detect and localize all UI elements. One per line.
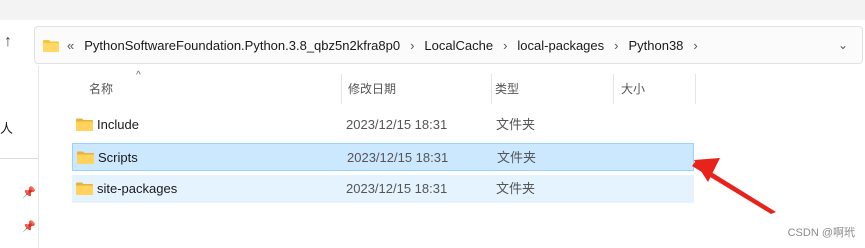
breadcrumb-separator-icon[interactable]: ›: [503, 38, 507, 53]
file-type: 文件夹: [496, 181, 536, 196]
breadcrumb-item-local-packages[interactable]: local-packages: [517, 38, 604, 53]
breadcrumb-item-localcache[interactable]: LocalCache: [424, 38, 493, 53]
file-row-include[interactable]: Include 2023/12/15 18:31 文件夹: [72, 111, 694, 139]
column-header-size[interactable]: 大小: [607, 74, 687, 104]
breadcrumb-separator-icon[interactable]: ›: [693, 38, 697, 53]
column-headers: 名称 修改日期 类型 大小: [75, 74, 696, 104]
file-modified-date: 2023/12/15 18:31: [347, 150, 449, 165]
folder-icon: [76, 118, 93, 131]
file-row-scripts[interactable]: Scripts 2023/12/15 18:31 文件夹: [72, 143, 694, 171]
pin-icon[interactable]: 📌: [22, 220, 36, 233]
up-arrow-icon[interactable]: ↑: [4, 33, 12, 51]
sidebar-divider: [0, 158, 38, 159]
breadcrumb-item-python-foundation[interactable]: PythonSoftwareFoundation.Python.3.8_qbz5…: [84, 38, 400, 53]
file-row-site-packages[interactable]: site-packages 2023/12/15 18:31 文件夹: [72, 175, 694, 203]
folder-icon: [77, 151, 94, 164]
address-bar[interactable]: « PythonSoftwareFoundation.Python.3.8_qb…: [34, 26, 863, 64]
column-divider[interactable]: [695, 74, 696, 104]
file-modified-date: 2023/12/15 18:31: [346, 181, 448, 196]
column-header-date[interactable]: 修改日期: [334, 74, 484, 104]
file-name: site-packages: [97, 181, 178, 196]
breadcrumb-item-python38[interactable]: Python38: [628, 38, 683, 53]
column-header-name[interactable]: 名称: [75, 74, 341, 104]
file-name: Include: [97, 117, 139, 132]
file-type: 文件夹: [497, 150, 537, 165]
column-header-type[interactable]: 类型: [481, 74, 605, 104]
pin-icon[interactable]: 📌: [22, 186, 36, 199]
navigation-pane: 人 📌 📌: [0, 66, 39, 248]
breadcrumb-overflow-icon[interactable]: «: [67, 38, 74, 53]
folder-icon: [76, 182, 93, 195]
address-history-dropdown-icon[interactable]: ⌄: [838, 38, 848, 52]
breadcrumb-separator-icon[interactable]: ›: [614, 38, 618, 53]
sidebar-item-label[interactable]: 人: [0, 118, 13, 137]
watermark: CSDN @啊玳: [787, 227, 855, 239]
window-top-strip: [0, 0, 865, 20]
file-name: Scripts: [98, 150, 138, 165]
annotation-arrow-icon: [692, 158, 776, 214]
file-type: 文件夹: [496, 117, 536, 132]
breadcrumb-separator-icon[interactable]: ›: [410, 38, 414, 53]
folder-icon: [43, 39, 59, 52]
file-modified-date: 2023/12/15 18:31: [346, 117, 448, 132]
